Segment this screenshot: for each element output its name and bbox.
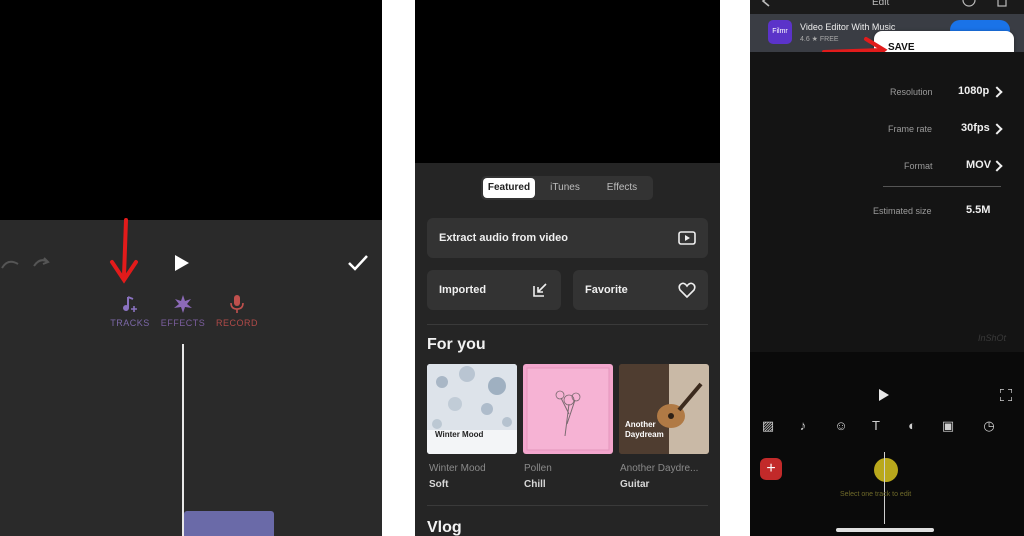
- mic-icon: [230, 295, 244, 313]
- effects-button[interactable]: EFFECTS: [153, 294, 213, 328]
- for-you-heading: For you: [427, 336, 486, 353]
- extract-audio-label: Extract audio from video: [439, 232, 568, 244]
- format-label: Format: [904, 161, 933, 171]
- speed-tool-icon[interactable]: ◷: [978, 418, 1000, 440]
- estimated-size-value: 5.5M: [966, 204, 991, 216]
- home-indicator[interactable]: [836, 528, 934, 532]
- album-cover-winter-mood[interactable]: Winter Mood: [427, 364, 517, 454]
- album-title: Another Daydre...: [620, 463, 699, 474]
- annotation-arrow: [110, 218, 138, 284]
- screen-title: Edit: [872, 0, 890, 8]
- video-icon: [678, 231, 696, 245]
- extract-audio-button[interactable]: Extract audio from video: [427, 218, 708, 258]
- snow-artwork: [427, 364, 517, 454]
- vlog-heading: Vlog: [427, 519, 462, 536]
- music-plus-icon: [123, 296, 137, 312]
- album-cover-another-daydream[interactable]: Another Daydream: [619, 364, 709, 454]
- favorite-label: Favorite: [585, 284, 628, 296]
- tab-itunes[interactable]: iTunes: [539, 178, 591, 198]
- frame-rate-value[interactable]: 30fps: [961, 122, 990, 134]
- tracks-label: TRACKS: [110, 318, 150, 328]
- tab-effects[interactable]: Effects: [595, 178, 649, 198]
- album-genre: Soft: [429, 479, 449, 490]
- track-hint: Select one track to edit: [840, 491, 912, 498]
- album-cover-text: Winter Mood: [435, 430, 484, 439]
- flower-artwork: [526, 367, 610, 451]
- divider: [883, 186, 1001, 187]
- favorite-button[interactable]: Favorite: [573, 270, 708, 310]
- format-value[interactable]: MOV: [966, 159, 991, 171]
- back-icon[interactable]: [760, 0, 772, 8]
- import-icon: [533, 283, 547, 297]
- play-icon[interactable]: [878, 389, 890, 401]
- fullscreen-icon[interactable]: [1000, 389, 1012, 401]
- play-icon[interactable]: [173, 254, 191, 272]
- app-icon: Filmr: [768, 20, 792, 44]
- timeline-playhead[interactable]: [182, 344, 184, 536]
- video-preview: [415, 0, 720, 163]
- watermark: InShOt: [978, 333, 1007, 343]
- resolution-label: Resolution: [890, 87, 933, 97]
- add-track-button[interactable]: +: [760, 458, 782, 480]
- frame-rate-label: Frame rate: [888, 124, 933, 134]
- tracks-editor-screen: TRACKS EFFECTS RECORD: [0, 0, 382, 536]
- album-cover-pollen[interactable]: [523, 364, 613, 454]
- tracks-button[interactable]: TRACKS: [100, 294, 160, 328]
- sticker-tool-icon[interactable]: ☺: [830, 418, 852, 440]
- heart-icon: [678, 282, 696, 299]
- album-title: Pollen: [524, 463, 552, 474]
- divider: [427, 505, 708, 506]
- imported-button[interactable]: Imported: [427, 270, 561, 310]
- imported-label: Imported: [439, 284, 487, 296]
- tab-featured[interactable]: Featured: [483, 178, 535, 198]
- burst-icon: [174, 295, 192, 313]
- record-button[interactable]: RECORD: [207, 294, 267, 328]
- help-icon[interactable]: [962, 0, 976, 8]
- guitar-artwork: [619, 364, 709, 454]
- music-tool-icon[interactable]: ♪: [792, 418, 814, 440]
- timeline-clip[interactable]: [184, 511, 274, 536]
- timeline-playhead[interactable]: [884, 452, 885, 524]
- export-settings-screen: Edit Filmr Video Editor With Music 4.6 ★…: [750, 0, 1024, 536]
- music-source-tabs: Featured iTunes Effects: [481, 176, 653, 200]
- editor-background: [750, 352, 1024, 536]
- record-label: RECORD: [215, 318, 258, 328]
- pip-tool-icon[interactable]: ▣: [937, 418, 959, 440]
- settings-panel: [750, 52, 1024, 352]
- album-genre: Chill: [524, 479, 546, 490]
- album-cover-text: Another Daydream: [625, 420, 664, 439]
- check-icon[interactable]: [347, 254, 369, 272]
- album-genre: Guitar: [620, 479, 650, 490]
- resolution-value[interactable]: 1080p: [958, 85, 989, 97]
- redo-icon[interactable]: [32, 254, 52, 274]
- text-tool-icon[interactable]: T: [865, 418, 887, 440]
- filter-tool-icon[interactable]: ◐: [901, 418, 923, 440]
- album-title: Winter Mood: [429, 463, 486, 474]
- trash-icon[interactable]: [996, 0, 1008, 8]
- track-marker[interactable]: [874, 458, 898, 482]
- estimated-size-label: Estimated size: [873, 206, 932, 216]
- music-library-screen: Featured iTunes Effects Extract audio fr…: [415, 0, 720, 536]
- canvas-tool-icon[interactable]: ▨: [757, 418, 779, 440]
- effects-label: EFFECTS: [160, 318, 206, 328]
- editor-toolbar: [0, 220, 382, 536]
- divider: [427, 324, 708, 325]
- video-preview: [0, 0, 382, 220]
